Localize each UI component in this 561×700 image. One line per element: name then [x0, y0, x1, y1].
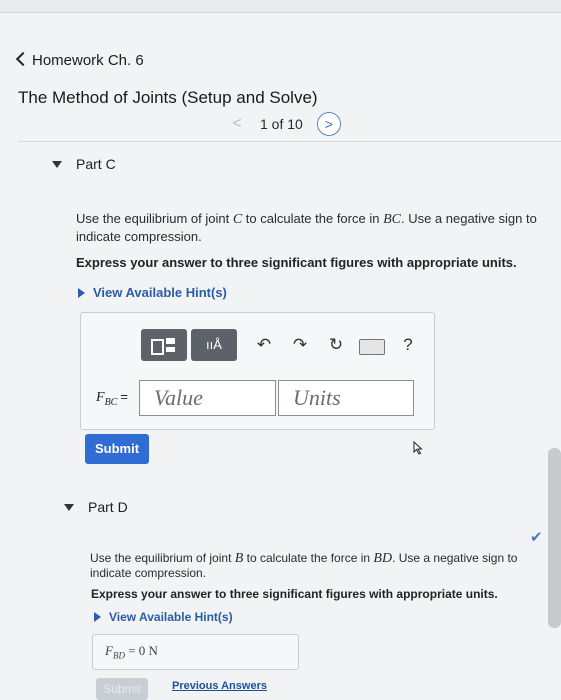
part-d-prompt: Use the equilibrium of joint B to calcul… [90, 551, 518, 580]
item-pager: < 1 of 10 > [228, 112, 341, 136]
part-c-answer-area: ııÅ ↶ ↷ ↻ ? FBC = Value Units [80, 312, 435, 430]
template-fraction-top-icon [166, 338, 175, 344]
part-d-label: Part D [88, 499, 128, 515]
redo-icon[interactable]: ↷ [287, 332, 313, 358]
part-c-toggle[interactable]: Part C [52, 156, 116, 172]
joint-c-symbol: C [232, 212, 243, 227]
caret-right-icon [94, 612, 101, 622]
previous-item-button[interactable]: < [228, 115, 246, 133]
next-item-button[interactable]: > [316, 112, 341, 136]
templates-button[interactable] [141, 329, 187, 361]
part-d-hints-link[interactable]: View Available Hint(s) [94, 610, 233, 624]
browser-top-strip [0, 0, 561, 13]
units-button[interactable]: ııÅ [191, 329, 237, 361]
part-c-label: Part C [76, 156, 116, 172]
scrollbar[interactable] [548, 448, 561, 628]
back-link-label: Homework Ch. 6 [32, 52, 144, 69]
member-bc-symbol: BC [383, 212, 401, 227]
member-bd-symbol: BD [373, 551, 393, 566]
undo-icon[interactable]: ↶ [251, 332, 277, 358]
part-d-answer: FBD = 0 N [105, 643, 158, 661]
page-title: The Method of Joints (Setup and Solve) [18, 88, 318, 107]
part-c-prompt: Use the equilibrium of joint C to calcul… [76, 211, 537, 244]
mouse-cursor-icon [413, 441, 423, 455]
part-c-hints-link[interactable]: View Available Hint(s) [78, 285, 227, 300]
keyboard-icon[interactable] [359, 339, 385, 355]
item-count: 1 of 10 [260, 116, 303, 132]
part-c-submit-button[interactable]: Submit [85, 434, 149, 464]
correct-check-icon: ✔ [530, 529, 543, 546]
chevron-left-icon [15, 51, 31, 67]
part-c-instruction: Express your answer to three significant… [76, 255, 517, 270]
variable-label-fbc: FBC = [96, 389, 128, 408]
caret-right-icon [78, 287, 85, 298]
reset-icon[interactable]: ↻ [323, 332, 349, 358]
part-c-hints-label: View Available Hint(s) [93, 285, 227, 300]
back-to-homework-link[interactable]: Homework Ch. 6 [15, 51, 144, 69]
part-d-instruction: Express your answer to three significant… [91, 587, 498, 601]
part-d-hints-label: View Available Hint(s) [109, 610, 233, 624]
part-d-answer-box: FBD = 0 N [92, 634, 299, 670]
divider [18, 141, 561, 142]
help-icon[interactable]: ? [395, 332, 421, 358]
template-fraction-bottom-icon [166, 347, 175, 352]
template-square-icon [151, 339, 164, 355]
units-input[interactable]: Units [278, 380, 414, 416]
caret-down-icon [64, 503, 74, 511]
part-d-submit-button: Submit [96, 678, 148, 700]
caret-down-icon [52, 160, 62, 168]
part-d-toggle[interactable]: Part D [64, 499, 128, 515]
value-input[interactable]: Value [139, 380, 276, 416]
equation-toolbar: ııÅ ↶ ↷ ↻ ? [141, 329, 421, 361]
units-icon: ııÅ [206, 337, 222, 352]
previous-answers-link[interactable]: Previous Answers [172, 680, 267, 692]
